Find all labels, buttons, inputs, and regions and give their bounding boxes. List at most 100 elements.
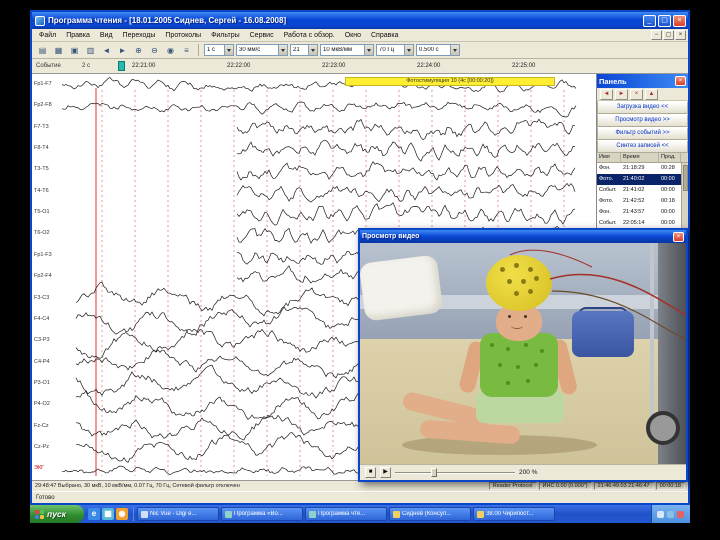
taskbar-task-program1[interactable]: Программа «Во... bbox=[221, 507, 303, 521]
time-position: 21:46:49.03 21:46:47 bbox=[593, 482, 654, 490]
panel-back-icon[interactable]: ◄ bbox=[600, 88, 613, 100]
save-icon[interactable]: ▣ bbox=[67, 43, 82, 57]
statusbar-ready: Готово bbox=[32, 491, 688, 503]
channel-label: P3-O1 bbox=[34, 379, 50, 386]
Событ.[interactable]: Событ. 21:41:02 00:00 bbox=[597, 185, 688, 196]
maximize-button[interactable]: ▢ bbox=[658, 14, 671, 27]
epoch-select[interactable]: 1 с bbox=[204, 44, 234, 56]
task-icon bbox=[309, 510, 316, 518]
video-seek-slider[interactable] bbox=[395, 468, 515, 477]
mdi-button[interactable]: × bbox=[675, 30, 686, 40]
zoom-in-icon[interactable]: ⊕ bbox=[131, 43, 146, 57]
channel-label: T3-T5 bbox=[34, 166, 49, 173]
menu-item[interactable]: Вид bbox=[95, 32, 118, 39]
panel-button[interactable]: Фильтр событий >> bbox=[597, 127, 688, 140]
zoom-out-icon[interactable]: ⊖ bbox=[147, 43, 162, 57]
menu-item[interactable]: Справка bbox=[366, 32, 403, 39]
quicklaunch-player-icon[interactable]: ◉ bbox=[116, 508, 128, 520]
quicklaunch-desktop-icon[interactable]: ▦ bbox=[102, 508, 114, 520]
time-constant-select[interactable]: 0.500 с bbox=[416, 44, 460, 56]
titlebar[interactable]: Программа чтения - [18.01.2005 Сиднев, С… bbox=[32, 12, 688, 29]
panel-delete-icon[interactable]: × bbox=[630, 88, 643, 100]
start-button[interactable]: пуск bbox=[30, 505, 84, 523]
taskbar-task-program2[interactable]: Программа чте... bbox=[305, 507, 387, 521]
scrollbar-thumb[interactable] bbox=[683, 165, 688, 191]
menu-item[interactable]: Фильтры bbox=[206, 32, 245, 39]
sensitivity-select[interactable]: 10 мкВ/мм bbox=[320, 44, 374, 56]
taskbar-task-sidnev[interactable]: Сиднев (Консул... bbox=[389, 507, 471, 521]
minimize-button[interactable]: _ bbox=[643, 14, 656, 27]
tray-volume-icon[interactable] bbox=[657, 510, 664, 518]
next-page-icon[interactable]: ► bbox=[115, 43, 130, 57]
task-label: Сиднев (Консул... bbox=[402, 511, 452, 517]
video-titlebar[interactable]: Просмотр видео × bbox=[360, 230, 686, 243]
events-table-header[interactable]: Время bbox=[621, 153, 659, 162]
stop-button[interactable]: ■ bbox=[365, 467, 376, 478]
open-icon[interactable]: ▦ bbox=[51, 43, 66, 57]
chevron-down-icon[interactable] bbox=[450, 45, 459, 55]
panel-button[interactable]: Просмотр видео >> bbox=[597, 114, 688, 127]
taskbar-task-chirpost[interactable]: 38.00 Чирипост... bbox=[473, 507, 555, 521]
menu-item[interactable]: Работа с обзор. bbox=[279, 32, 340, 39]
tray-antivirus-icon[interactable] bbox=[677, 510, 684, 518]
panel-titlebar[interactable]: Панель × bbox=[597, 74, 688, 88]
timeline-bar[interactable]: Событие 2 с 22:21:00 22:22:00 22:23:00 22:2… bbox=[32, 59, 688, 74]
panel-forward-icon[interactable]: ► bbox=[615, 88, 628, 100]
events-table-header[interactable]: Имя bbox=[597, 153, 621, 162]
menu-item[interactable]: Окно bbox=[340, 32, 366, 39]
events-table-header[interactable]: Прод. bbox=[659, 153, 681, 162]
combo-value: 10 мкВ/мм bbox=[323, 47, 353, 53]
chevron-down-icon[interactable] bbox=[224, 45, 233, 55]
window-title: Программа чтения - [18.01.2005 Сиднев, С… bbox=[48, 16, 287, 25]
hf-filter-select[interactable]: 70 Гц bbox=[376, 44, 414, 56]
speed-select[interactable]: 30 мм/с bbox=[236, 44, 288, 56]
tray-network-icon[interactable] bbox=[667, 510, 674, 518]
slider-thumb[interactable] bbox=[431, 468, 437, 477]
combo-value: 70 Гц bbox=[379, 47, 395, 53]
chevron-down-icon[interactable] bbox=[364, 45, 373, 55]
mdi-window-buttons: − ▢ × bbox=[651, 30, 686, 40]
event-name: Событ. bbox=[599, 187, 617, 193]
montage-icon[interactable]: ≡ bbox=[179, 43, 194, 57]
chevron-down-icon[interactable] bbox=[278, 45, 287, 55]
quicklaunch-ie-icon[interactable]: e bbox=[88, 508, 100, 520]
video-title: Просмотр видео bbox=[362, 233, 420, 240]
app-icon bbox=[35, 15, 45, 26]
mdi-button[interactable]: − bbox=[651, 30, 662, 40]
video-display[interactable] bbox=[360, 243, 686, 464]
print-icon[interactable]: ▥ bbox=[83, 43, 98, 57]
panel-close-icon[interactable]: × bbox=[675, 76, 686, 86]
chevron-down-icon[interactable] bbox=[404, 45, 413, 55]
panel-button[interactable]: Загрузка видео << bbox=[597, 101, 688, 114]
menu-item[interactable]: Переходы bbox=[118, 32, 161, 39]
play-button[interactable]: ▶ bbox=[380, 467, 391, 478]
Фон.[interactable]: Фон. 21:43:57 00:00 bbox=[597, 207, 688, 218]
chevron-down-icon[interactable] bbox=[308, 45, 317, 55]
panel-up-icon[interactable]: ▲ bbox=[645, 88, 658, 100]
video-close-icon[interactable]: × bbox=[673, 231, 684, 242]
channels-select[interactable]: 21 bbox=[290, 44, 318, 56]
menu-item[interactable]: Файл bbox=[34, 32, 61, 39]
photostimulation-marker[interactable]: Фотостимуляция 10 (4с [00:00:20]) bbox=[345, 77, 555, 86]
close-button[interactable]: × bbox=[673, 14, 686, 27]
Фон.[interactable]: Фон. 21:18:29 00:28 bbox=[597, 163, 688, 174]
duration-value: 00:00:18 bbox=[655, 482, 685, 490]
panel-button[interactable]: Синтез записей << bbox=[597, 140, 688, 153]
mdi-button[interactable]: ▢ bbox=[663, 30, 674, 40]
Фото.[interactable]: Фото. 21:40:02 00:00 bbox=[597, 174, 688, 185]
channel-label: F4-C4 bbox=[34, 315, 50, 322]
taskbar-task-nicvue[interactable]: Nic Vue - Digi e... bbox=[137, 507, 219, 521]
menu-item[interactable]: Правка bbox=[61, 32, 95, 39]
menu-item[interactable]: Протоколы bbox=[160, 32, 206, 39]
prev-page-icon[interactable]: ◄ bbox=[99, 43, 114, 57]
timeline-position-marker[interactable] bbox=[118, 61, 125, 71]
scale-label: 2 с bbox=[82, 63, 91, 69]
protocol-label: Reader Protocol bbox=[488, 482, 537, 490]
panel-title: Панель bbox=[599, 76, 627, 86]
marker-icon[interactable]: ◉ bbox=[163, 43, 178, 57]
Фото.[interactable]: Фото. 21:42:52 00:18 bbox=[597, 196, 688, 207]
channel-label: F3-C3 bbox=[34, 294, 50, 301]
menu-item[interactable]: Сервис bbox=[245, 32, 279, 39]
event-name: Фото. bbox=[599, 176, 614, 182]
new-icon[interactable]: ▤ bbox=[35, 43, 50, 57]
